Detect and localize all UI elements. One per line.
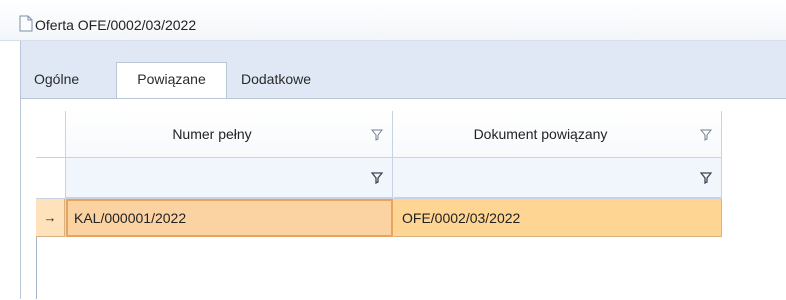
column-header-full-number[interactable]: Numer pełny [66, 111, 393, 157]
tab-linked[interactable]: Powiązane [116, 62, 227, 99]
filter-cell-linked-document[interactable] [394, 158, 722, 198]
column-header-label: Dokument powiązany [473, 126, 608, 142]
column-header-label: Numer pełny [172, 126, 252, 142]
table-cell-linked-document[interactable]: OFE/0002/03/2022 [394, 199, 722, 237]
window: Oferta OFE/0002/03/2022 Ogólne Powiązane… [0, 0, 786, 300]
window-title: Oferta OFE/0002/03/2022 [35, 17, 197, 33]
tab-additional[interactable]: Dodatkowe [241, 64, 341, 98]
filter-row-indicator [36, 158, 66, 199]
filter-icon[interactable] [371, 129, 383, 141]
current-row-arrow-icon: → [36, 199, 65, 237]
filter-icon[interactable] [700, 172, 712, 184]
column-header-linked-document[interactable]: Dokument powiązany [394, 111, 722, 157]
filter-icon[interactable] [371, 172, 383, 184]
table-cell-full-number[interactable]: KAL/000001/2022 [66, 199, 393, 237]
document-icon [19, 15, 33, 32]
title-bar: Oferta OFE/0002/03/2022 [0, 0, 786, 41]
tab-general[interactable]: Ogólne [34, 64, 110, 98]
filter-icon[interactable] [700, 129, 712, 141]
filter-cell-full-number[interactable] [66, 158, 393, 198]
grid-header-indicator [36, 111, 66, 157]
